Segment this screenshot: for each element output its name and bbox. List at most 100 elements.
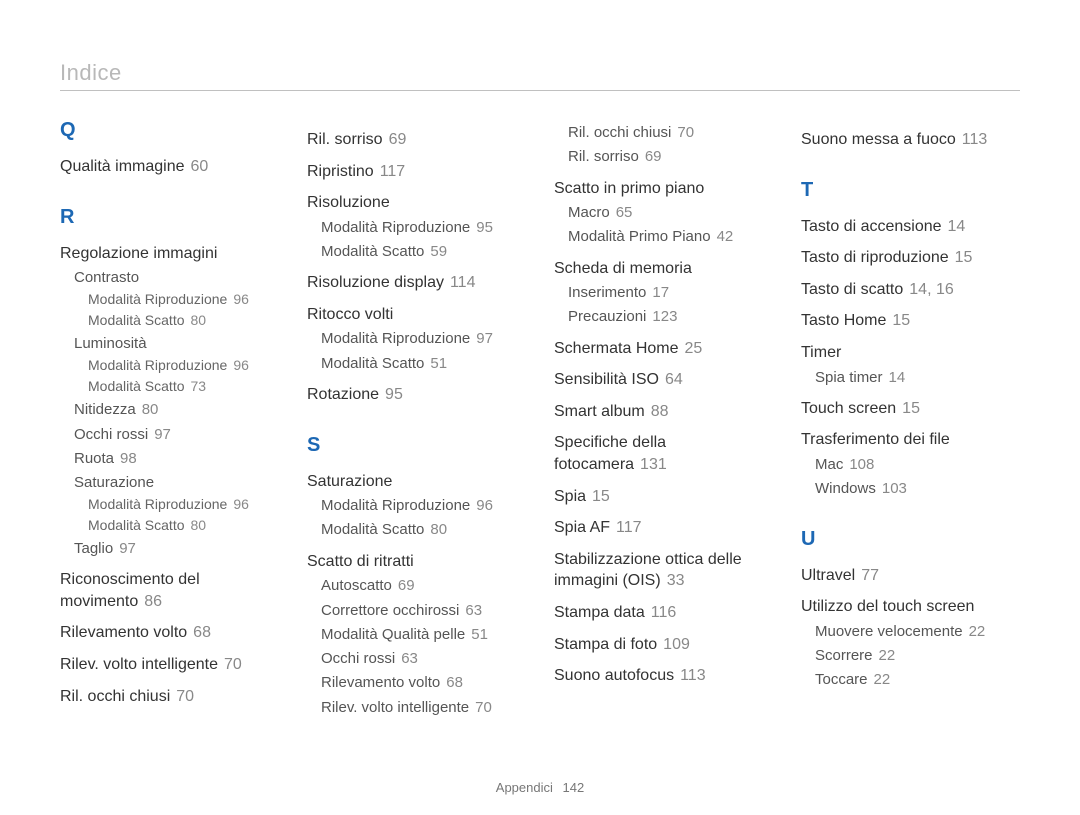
- index-subentry[interactable]: Nitidezza80: [74, 400, 279, 420]
- index-entry[interactable]: Ritocco volti: [307, 304, 526, 326]
- footer-page: 142: [563, 780, 585, 795]
- index-subentry[interactable]: Modalità Riproduzione95: [321, 218, 526, 238]
- index-entry[interactable]: Regolazione immagini: [60, 243, 279, 265]
- index-subentry[interactable]: Saturazione: [74, 473, 279, 493]
- index-subsubentry[interactable]: Modalità Scatto80: [88, 516, 279, 535]
- index-entry-label: Tasto Home: [801, 312, 886, 329]
- index-entry[interactable]: Rilev. volto intelligente70: [60, 654, 279, 676]
- index-subentry[interactable]: Taglio97: [74, 539, 279, 559]
- index-entry[interactable]: Stabilizzazione ottica delle immagini (O…: [554, 549, 773, 592]
- index-entry-label: Scheda di memoria: [554, 260, 692, 277]
- index-entry[interactable]: Riconoscimento del movimento86: [60, 569, 279, 612]
- index-subentry[interactable]: Macro65: [568, 203, 773, 223]
- index-subentry[interactable]: Ruota98: [74, 449, 279, 469]
- index-entry[interactable]: Saturazione: [307, 471, 526, 493]
- index-entry[interactable]: Risoluzione: [307, 192, 526, 214]
- index-entry[interactable]: Qualità immagine60: [60, 156, 279, 178]
- index-letter-label: Q: [60, 119, 76, 141]
- index-subentry[interactable]: Modalità Riproduzione96: [321, 496, 526, 516]
- index-entry-label: Spia AF: [554, 519, 610, 536]
- index-subentry[interactable]: Toccare22: [815, 670, 1020, 690]
- page-ref: 103: [882, 480, 907, 497]
- index-subentry-label: Autoscatto: [321, 577, 392, 594]
- index-subentry[interactable]: Rilevamento volto68: [321, 673, 526, 693]
- index-entry[interactable]: Trasferimento dei file: [801, 429, 1020, 451]
- index-subentry[interactable]: Windows103: [815, 479, 1020, 499]
- index-entry-label: Schermata Home: [554, 340, 679, 357]
- page-ref: 113: [680, 667, 706, 684]
- index-subsubentry[interactable]: Modalità Riproduzione96: [88, 290, 279, 309]
- index-entry[interactable]: Rilevamento volto68: [60, 622, 279, 644]
- index-entry[interactable]: Ril. occhi chiusi70: [60, 686, 279, 708]
- index-subentry[interactable]: Correttore occhirossi63: [321, 601, 526, 621]
- page-ref: 42: [717, 228, 734, 245]
- index-subsubentry[interactable]: Modalità Riproduzione96: [88, 356, 279, 375]
- index-entry[interactable]: Tasto Home 15: [801, 310, 1020, 332]
- index-entry[interactable]: Smart album88: [554, 401, 773, 423]
- index-subentry[interactable]: Ril. occhi chiusi70: [568, 123, 773, 143]
- index-subentry[interactable]: Ril. sorriso69: [568, 147, 773, 167]
- page-ref: 80: [191, 312, 207, 328]
- index-subentry[interactable]: Modalità Primo Piano42: [568, 227, 773, 247]
- index-subentry[interactable]: Contrasto: [74, 268, 279, 288]
- index-entry[interactable]: Schermata Home25: [554, 338, 773, 360]
- index-subentry[interactable]: Occhi rossi97: [74, 425, 279, 445]
- index-entry-label: Ripristino: [307, 163, 374, 180]
- index-subentry[interactable]: Autoscatto 69: [321, 576, 526, 596]
- index-subentry[interactable]: Scorrere22: [815, 646, 1020, 666]
- page-ref: 69: [398, 577, 415, 594]
- index-entry[interactable]: Tasto di accensione14: [801, 216, 1020, 238]
- index-subsubentry[interactable]: Modalità Scatto73: [88, 377, 279, 396]
- index-subsubentry[interactable]: Modalità Scatto80: [88, 311, 279, 330]
- index-entry[interactable]: Ripristino117: [307, 161, 526, 183]
- index-entry[interactable]: Specifiche della fotocamera131: [554, 432, 773, 475]
- page: Indice QQualità immagine60RRegolazione i…: [0, 0, 1080, 815]
- index-subsubentry[interactable]: Modalità Riproduzione96: [88, 495, 279, 514]
- index-entry[interactable]: Sensibilità ISO64: [554, 369, 773, 391]
- index-entry[interactable]: Ultravel77: [801, 565, 1020, 587]
- index-entry[interactable]: Suono autofocus113: [554, 665, 773, 687]
- index-entry[interactable]: Tasto di riproduzione15: [801, 247, 1020, 269]
- index-entry[interactable]: Stampa di foto 109: [554, 634, 773, 656]
- index-entry[interactable]: Spia AF117: [554, 517, 773, 539]
- index-subentry[interactable]: Mac108: [815, 455, 1020, 475]
- index-entry[interactable]: Ril. sorriso69: [307, 129, 526, 151]
- index-subentry[interactable]: Spia timer14: [815, 368, 1020, 388]
- index-entry[interactable]: Suono messa a fuoco113: [801, 129, 1020, 151]
- page-ref: 15: [892, 312, 910, 329]
- index-entry[interactable]: Rotazione95: [307, 384, 526, 406]
- page-ref: 69: [389, 131, 407, 148]
- index-subentry[interactable]: Occhi rossi63: [321, 649, 526, 669]
- index-subentry[interactable]: Muovere velocemente22: [815, 622, 1020, 642]
- index-entry[interactable]: Utilizzo del touch screen: [801, 596, 1020, 618]
- page-ref: 109: [663, 636, 690, 653]
- index-subentry[interactable]: Rilev. volto intelligente70: [321, 698, 526, 718]
- index-subentry-label: Saturazione: [74, 474, 154, 491]
- index-subentry-label: Correttore occhirossi: [321, 602, 459, 619]
- index-entry[interactable]: Spia15: [554, 486, 773, 508]
- index-subentry[interactable]: Luminosità: [74, 334, 279, 354]
- index-entry[interactable]: Scatto di ritratti: [307, 551, 526, 573]
- page-ref: 33: [667, 572, 685, 589]
- index-subentry[interactable]: Inserimento17: [568, 283, 773, 303]
- index-subentry[interactable]: Modalità Riproduzione97: [321, 329, 526, 349]
- index-subsubentry-label: Modalità Scatto: [88, 378, 185, 394]
- index-entry[interactable]: Tasto di scatto14, 16: [801, 279, 1020, 301]
- index-entry[interactable]: Risoluzione display114: [307, 272, 526, 294]
- index-entry-label: Scatto in primo piano: [554, 180, 704, 197]
- index-entry[interactable]: Stampa data116: [554, 602, 773, 624]
- index-entry-label: Ril. occhi chiusi: [60, 688, 170, 705]
- page-ref: 116: [651, 604, 677, 621]
- index-entry-label: Stampa di foto: [554, 636, 657, 653]
- page-ref: 68: [193, 624, 211, 641]
- header-rule: [60, 90, 1020, 91]
- index-subentry[interactable]: Modalità Scatto51: [321, 354, 526, 374]
- index-entry[interactable]: Scheda di memoria: [554, 258, 773, 280]
- index-entry[interactable]: Touch screen15: [801, 398, 1020, 420]
- index-subentry[interactable]: Modalità Qualità pelle51: [321, 625, 526, 645]
- index-subentry[interactable]: Modalità Scatto80: [321, 520, 526, 540]
- index-entry[interactable]: Scatto in primo piano: [554, 178, 773, 200]
- index-subentry[interactable]: Precauzioni123: [568, 307, 773, 327]
- index-subentry[interactable]: Modalità Scatto59: [321, 242, 526, 262]
- index-entry[interactable]: Timer: [801, 342, 1020, 364]
